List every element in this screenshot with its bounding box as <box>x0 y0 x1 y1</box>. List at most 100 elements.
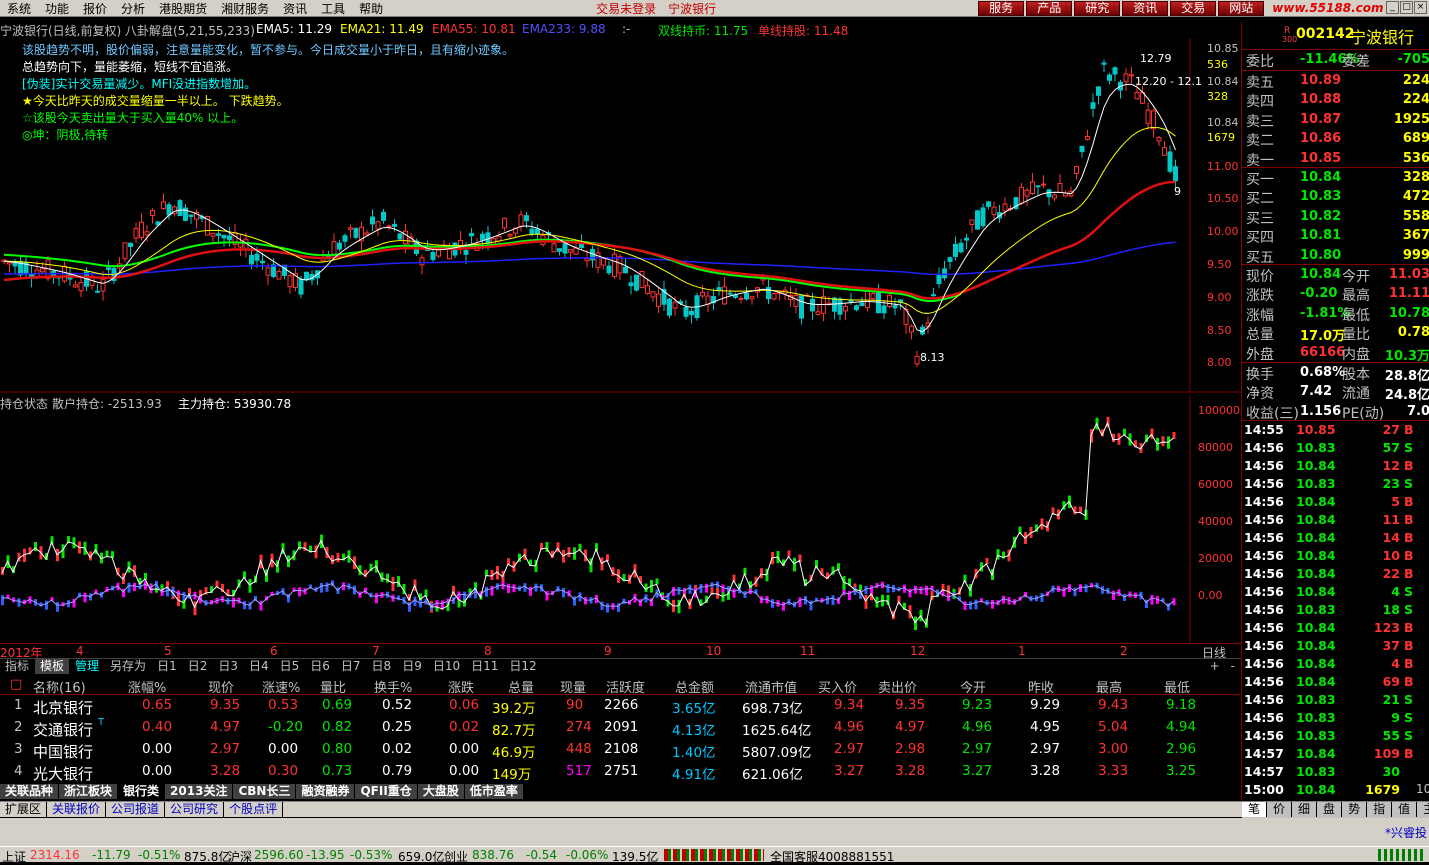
quote-tab-7[interactable]: 主 <box>1417 802 1429 817</box>
col-price[interactable]: 现价 <box>208 677 234 696</box>
info-tab-0[interactable]: 扩展区 <box>0 802 48 817</box>
tab-day-9[interactable]: 日9 <box>397 659 428 674</box>
zoom-in-icon[interactable]: + <box>1204 659 1226 674</box>
col-prev-close[interactable]: 昨收 <box>1028 677 1054 696</box>
table-row[interactable]: 4 光大银行 0.00 3.28 0.30 0.73 0.79 0.00 149万 517 2751… <box>0 761 1240 783</box>
quote-tab-3[interactable]: 盘 <box>1317 802 1343 817</box>
website-button[interactable]: 网站 <box>1218 0 1265 16</box>
col-float-cap[interactable]: 流通市值 <box>745 677 797 696</box>
position-chart[interactable]: 100000 80000 60000 40000 20000 0.00 <box>0 395 1241 643</box>
sector-tab-2[interactable]: 银行类 <box>118 784 166 799</box>
quote-tab-0[interactable]: 笔 <box>1242 802 1268 817</box>
quote-tab-1[interactable]: 价 <box>1267 802 1293 817</box>
tab-day-6[interactable]: 日6 <box>305 659 336 674</box>
tab-day-12[interactable]: 日12 <box>504 659 543 674</box>
kline-chart[interactable]: 12.79 12.20 - 12.1 8.13 9 7 10.8553610.8… <box>0 38 1241 393</box>
menu-help[interactable]: 帮助 <box>352 0 390 17</box>
product-button[interactable]: 产品 <box>1026 0 1073 16</box>
maximize-icon[interactable]: □ <box>1400 1 1413 14</box>
quote-tab-5[interactable]: 指 <box>1367 802 1393 817</box>
sector-tab-5[interactable]: 融资融券 <box>296 784 356 799</box>
menu-news[interactable]: 资讯 <box>276 0 314 17</box>
trade-button[interactable]: 交易 <box>1170 0 1217 16</box>
menu-xiangcai[interactable]: 湘财服务 <box>214 0 276 17</box>
tab-day-10[interactable]: 日10 <box>427 659 467 674</box>
sh-label[interactable]: 上证 <box>2 848 26 865</box>
quote-tab-2[interactable]: 细 <box>1292 802 1318 817</box>
tab-day-2[interactable]: 日2 <box>182 659 214 674</box>
table-row[interactable]: 1 北京银行 0.65 9.35 0.53 0.69 0.52 0.06 39.2万 90 2266… <box>0 695 1240 717</box>
tab-day-5[interactable]: 日5 <box>274 659 306 674</box>
close-icon[interactable]: × <box>1414 1 1427 14</box>
info-tab-3[interactable]: 公司研究 <box>165 802 225 817</box>
info-tab-1[interactable]: 关联报价 <box>47 802 107 817</box>
tab-day-11[interactable]: 日11 <box>466 659 505 674</box>
sector-tab-6[interactable]: QFII重仓 <box>355 784 418 799</box>
menu-analysis[interactable]: 分析 <box>114 0 152 17</box>
menu-quote[interactable]: 报价 <box>76 0 114 17</box>
col-amount[interactable]: 总金额 <box>675 677 714 696</box>
zoom-out-icon[interactable]: - <box>1225 659 1241 674</box>
info-button[interactable]: 资讯 <box>1122 0 1169 16</box>
retail-bar <box>925 585 928 596</box>
ask-level-1[interactable]: 卖五 10.89 224 <box>1244 72 1429 91</box>
col-activity[interactable]: 活跃度 <box>606 677 645 696</box>
bid-level-4[interactable]: 买四 10.81 367 <box>1244 227 1429 246</box>
trade-login-notice[interactable]: 交易未登录 <box>590 0 662 17</box>
col-low[interactable]: 最低 <box>1164 677 1190 696</box>
col-total-volume[interactable]: 总量 <box>508 677 534 696</box>
col-high[interactable]: 最高 <box>1096 677 1122 696</box>
ask-level-2[interactable]: 卖四 10.88 224 <box>1244 91 1429 110</box>
ask-level-3[interactable]: 卖三 10.87 1925 <box>1244 111 1429 130</box>
col-change[interactable]: 涨跌 <box>448 677 474 696</box>
right-note[interactable]: *兴睿投 <box>1385 824 1427 841</box>
col-name[interactable]: 名称(16) <box>33 677 86 696</box>
hs-label[interactable]: 沪深 <box>228 848 252 865</box>
table-row[interactable]: 2 交通银行 0.40 4.97 -0.20 0.82 0.25 0.02 82.7万 274 20… <box>0 717 1240 739</box>
bid-level-3[interactable]: 买三 10.82 558 <box>1244 208 1429 227</box>
col-current-volume[interactable]: 现量 <box>560 677 586 696</box>
col-ask[interactable]: 卖出价 <box>878 677 917 696</box>
tab-day-1[interactable]: 日1 <box>152 659 183 674</box>
table-row[interactable]: 3 中国银行 0.00 2.97 0.00 0.80 0.02 0.00 46.9万 448 210… <box>0 739 1240 761</box>
sector-tab-7[interactable]: 大盘股 <box>417 784 465 799</box>
sector-tab-8[interactable]: 低市盈率 <box>464 784 524 799</box>
col-speed[interactable]: 涨速% <box>262 677 300 696</box>
menu-system[interactable]: 系统 <box>0 0 38 17</box>
quote-tab-6[interactable]: 值 <box>1392 802 1418 817</box>
sector-tab-4[interactable]: CBN长三 <box>233 784 297 799</box>
cy-label[interactable]: 创业 <box>444 848 468 865</box>
ask-level-4[interactable]: 卖二 10.86 689 <box>1244 130 1429 149</box>
tab-indicator[interactable]: 指标 <box>0 659 36 674</box>
ask-level-5[interactable]: 卖一 10.85 536 <box>1244 150 1429 169</box>
tab-template[interactable]: 模板 <box>35 659 71 674</box>
bid-level-1[interactable]: 买一 10.84 328 <box>1244 169 1429 188</box>
menu-tools[interactable]: 工具 <box>314 0 352 17</box>
candle <box>276 271 282 280</box>
col-volume-ratio[interactable]: 量比 <box>320 677 346 696</box>
info-tab-2[interactable]: 公司报道 <box>106 802 166 817</box>
service-button[interactable]: 服务 <box>978 0 1025 16</box>
col-open[interactable]: 今开 <box>960 677 986 696</box>
col-bid[interactable]: 买入价 <box>818 677 857 696</box>
menu-hk-futures[interactable]: 港股期货 <box>152 0 214 17</box>
col-turnover[interactable]: 换手% <box>374 677 412 696</box>
tab-manage[interactable]: 管理 <box>70 659 106 674</box>
minimize-icon[interactable]: _ <box>1386 1 1399 14</box>
bid-level-2[interactable]: 买二 10.83 472 <box>1244 188 1429 207</box>
tab-day-8[interactable]: 日8 <box>366 659 398 674</box>
tab-day-4[interactable]: 日4 <box>243 659 275 674</box>
info-tab-4[interactable]: 个股点评 <box>224 802 284 817</box>
sector-tab-1[interactable]: 浙江板块 <box>59 784 119 799</box>
col-change-pct[interactable]: 涨幅% <box>128 677 166 696</box>
tab-save-as[interactable]: 另存为 <box>105 659 153 674</box>
tab-day-7[interactable]: 日7 <box>335 659 367 674</box>
quote-tab-4[interactable]: 势 <box>1342 802 1368 817</box>
bid-level-5[interactable]: 买五 10.80 999 <box>1244 247 1429 266</box>
research-button[interactable]: 研究 <box>1074 0 1121 16</box>
sector-tab-3[interactable]: 2013关注 <box>165 784 234 799</box>
sector-tab-0[interactable]: 关联品种 <box>0 784 60 799</box>
tab-day-3[interactable]: 日3 <box>213 659 244 674</box>
menu-function[interactable]: 功能 <box>38 0 76 17</box>
col-select[interactable]: □ <box>10 677 22 692</box>
